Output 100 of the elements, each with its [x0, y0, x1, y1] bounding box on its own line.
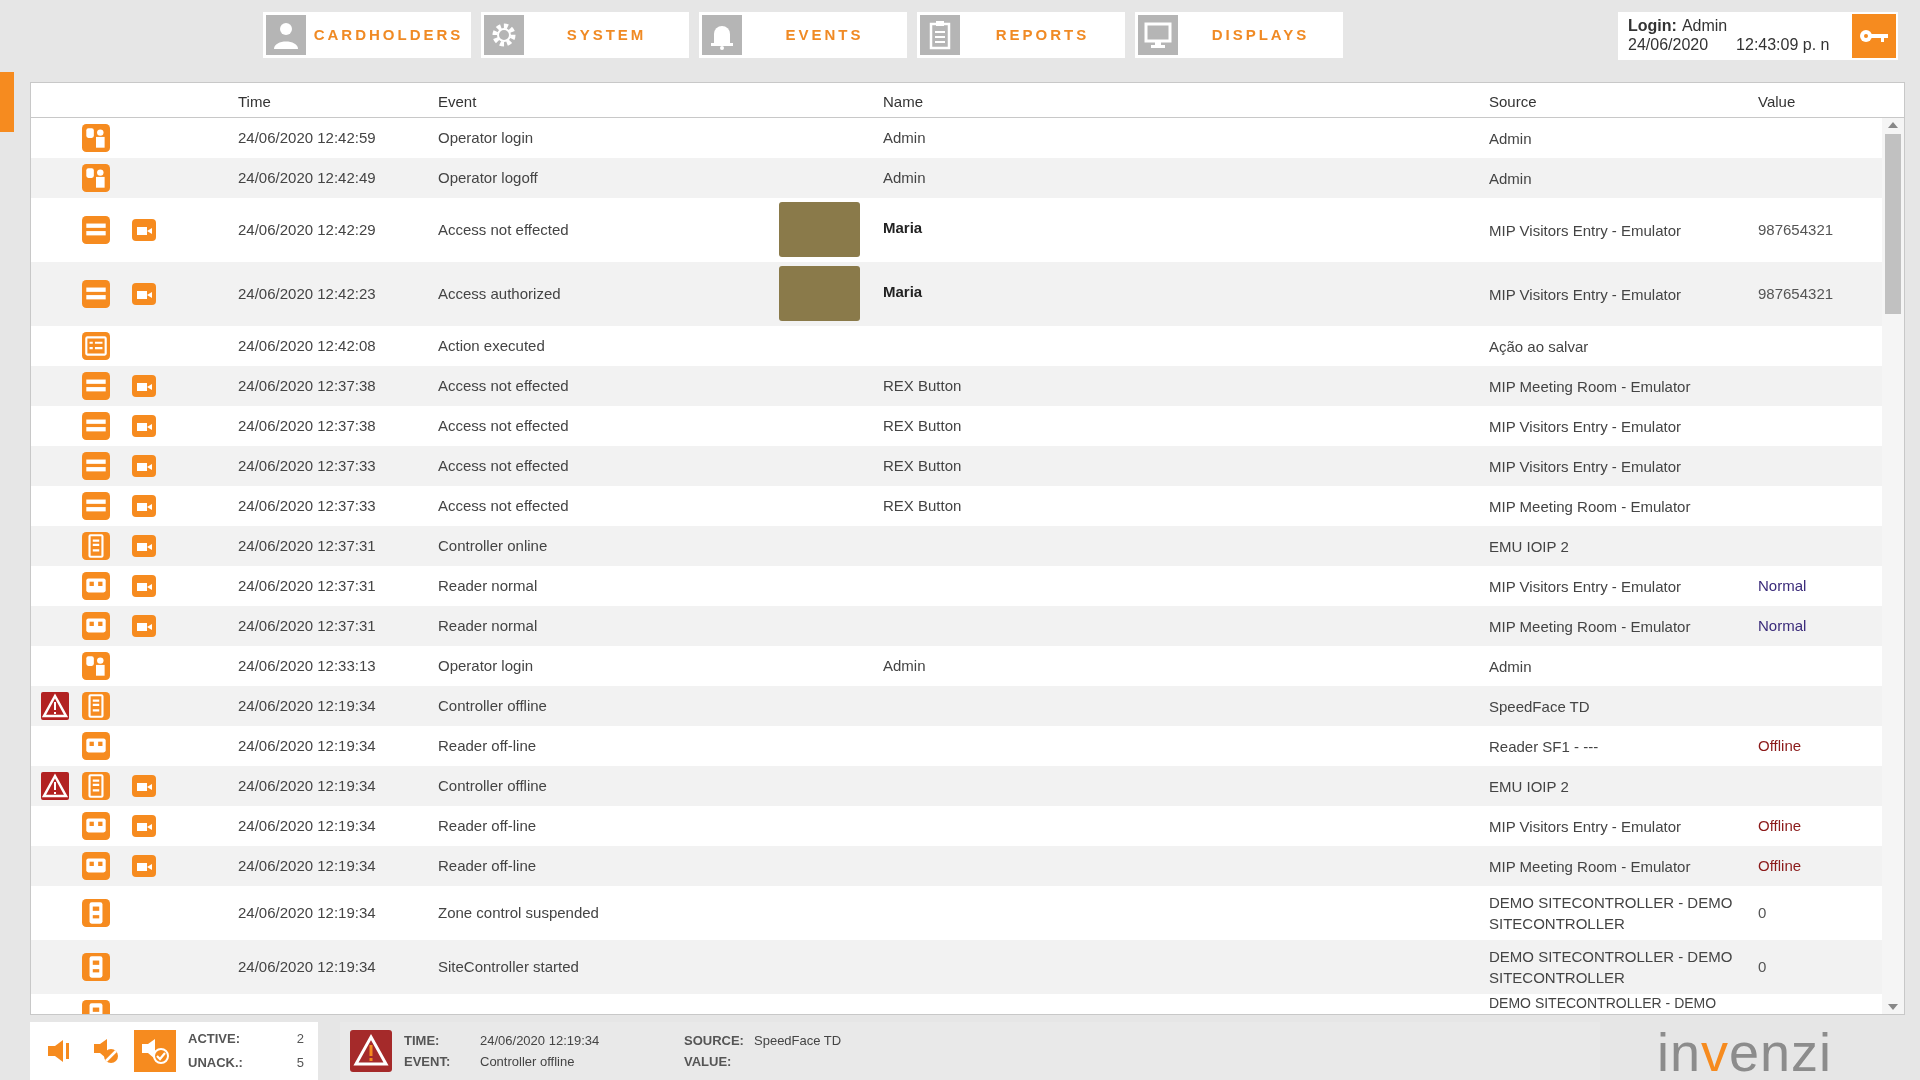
value-cell-text: Normal — [1758, 575, 1807, 596]
counter-value: 5 — [296, 1054, 304, 1072]
panel-icon — [82, 899, 110, 927]
field-value: SpeedFace TD — [754, 1032, 843, 1050]
invenzi-logo: invenzi — [1657, 1024, 1833, 1080]
time-cell-text: 24/06/2020 12:19:34 — [238, 902, 376, 923]
value-cell-text: Normal — [1758, 615, 1807, 636]
event-cell-text: Access not effected — [438, 455, 569, 476]
name-cell-text: Admin — [883, 655, 926, 676]
camera-icon[interactable] — [132, 575, 156, 597]
controller-icon — [82, 692, 110, 720]
source-cell-text: MIP Meeting Room - Emulator — [1489, 376, 1691, 397]
source-cell: DEMO SITECONTROLLER - DEMO — [1489, 995, 1717, 1012]
name-cell-text: REX Button — [883, 495, 962, 516]
value-cell-text: 987654321 — [1758, 283, 1834, 304]
camera-icon[interactable] — [132, 283, 156, 305]
name-cell-text: Admin — [883, 127, 926, 148]
camera-icon[interactable] — [132, 535, 156, 557]
source-cell-text: MIP Visitors Entry - Emulator — [1489, 284, 1681, 305]
camera-icon[interactable] — [132, 615, 156, 637]
camera-icon[interactable] — [132, 415, 156, 437]
source-cell-text: MIP Visitors Entry - Emulator — [1489, 416, 1681, 437]
name-cell-text: REX Button — [883, 455, 962, 476]
reader-icon — [82, 852, 110, 880]
source-cell-text: EMU IOIP 2 — [1489, 536, 1569, 557]
event-cell-text: Zone control suspended — [438, 902, 599, 923]
field-value: Controller offline — [480, 1053, 576, 1071]
logout-button[interactable] — [1852, 14, 1896, 58]
reader-icon — [82, 732, 110, 760]
controller-icon — [82, 532, 110, 560]
side-marker — [0, 72, 14, 132]
value-cell-text: 987654321 — [1758, 219, 1834, 240]
event-cell-text: Access not effected — [438, 375, 569, 396]
camera-icon[interactable] — [132, 455, 156, 477]
name-cell-text: REX Button — [883, 375, 962, 396]
name-cell-text: Maria — [883, 217, 923, 238]
reader-icon — [82, 612, 110, 640]
time-cell-text: 24/06/2020 12:37:31 — [238, 535, 376, 556]
source-cell-text: Admin — [1489, 168, 1532, 189]
source-cell-text: Reader SF1 - --- — [1489, 736, 1599, 757]
name-cell-text: Maria — [883, 281, 923, 302]
card-icon — [82, 372, 110, 400]
source-cell-text: MIP Visitors Entry - Emulator — [1489, 220, 1681, 241]
alarm-icon — [350, 1030, 392, 1072]
bell-icon — [702, 15, 742, 55]
camera-icon[interactable] — [132, 495, 156, 517]
column-header[interactable]: Name — [883, 91, 923, 114]
value-cell-text: 0 — [1758, 902, 1767, 923]
event-cell-text: Controller offline — [438, 775, 547, 796]
column-header[interactable]: Source — [1489, 91, 1537, 114]
event-cell-text: Operator login — [438, 655, 534, 676]
camera-icon[interactable] — [132, 855, 156, 877]
source-cell-text: Admin — [1489, 656, 1532, 677]
event-cell-text: Controller online — [438, 535, 548, 556]
camera-icon[interactable] — [132, 775, 156, 797]
event-cell-text: Access not effected — [438, 415, 569, 436]
value-cell-text: Offline — [1758, 735, 1802, 756]
time-cell-text: 24/06/2020 12:37:31 — [238, 615, 376, 636]
time-cell-text: 24/06/2020 12:42:08 — [238, 335, 376, 356]
source-cell-text: Ação ao salvar — [1489, 336, 1589, 357]
value-cell-text: Offline — [1758, 815, 1802, 836]
column-header[interactable]: Event — [438, 91, 477, 114]
source-cell-text: DEMO SITECONTROLLER - DEMO SITECONTROLLER — [1489, 947, 1733, 988]
login-user: Admin — [1681, 16, 1728, 35]
camera-icon[interactable] — [132, 815, 156, 837]
checklist-icon — [82, 332, 110, 360]
field-label: VALUE: — [684, 1053, 733, 1071]
time-cell-text: 24/06/2020 12:19:34 — [238, 855, 376, 876]
time-cell-text: 24/06/2020 12:19:34 — [238, 956, 376, 977]
counter-label: UNACK.: — [188, 1054, 243, 1072]
event-cell-text: Access not effected — [438, 219, 569, 240]
source-cell-text: Admin — [1489, 128, 1532, 149]
card-icon — [82, 280, 110, 308]
time-cell-text: 24/06/2020 12:19:34 — [238, 775, 376, 796]
monitor-icon — [1138, 15, 1178, 55]
clipboard-icon — [920, 15, 960, 55]
scrollbar[interactable] — [1882, 118, 1904, 1014]
source-cell-text: MIP Visitors Entry - Emulator — [1489, 816, 1681, 837]
controller-icon — [82, 772, 110, 800]
event-cell-text: Reader off-line — [438, 735, 537, 756]
column-header[interactable]: Value — [1758, 91, 1796, 114]
column-header[interactable]: Time — [238, 91, 271, 114]
operator-icon — [82, 652, 110, 680]
login-label: Login: — [1628, 16, 1677, 35]
source-cell-text: MIP Meeting Room - Emulator — [1489, 496, 1691, 517]
event-cell-text: SiteController started — [438, 956, 579, 977]
person-icon — [266, 15, 306, 55]
event-cell-text: Reader normal — [438, 575, 538, 596]
event-cell-text: Access authorized — [438, 283, 561, 304]
field-label: EVENT: — [404, 1053, 452, 1071]
camera-icon[interactable] — [132, 219, 156, 241]
event-cell-text: Action executed — [438, 335, 545, 356]
event-cell-text: Reader off-line — [438, 855, 537, 876]
time-cell-text: 24/06/2020 12:42:29 — [238, 219, 376, 240]
card-icon — [82, 452, 110, 480]
time-cell-text: 24/06/2020 12:42:23 — [238, 283, 376, 304]
event-cell-text: Reader off-line — [438, 815, 537, 836]
camera-icon[interactable] — [132, 375, 156, 397]
acknowledge-button[interactable] — [134, 1030, 176, 1072]
card-icon — [82, 412, 110, 440]
